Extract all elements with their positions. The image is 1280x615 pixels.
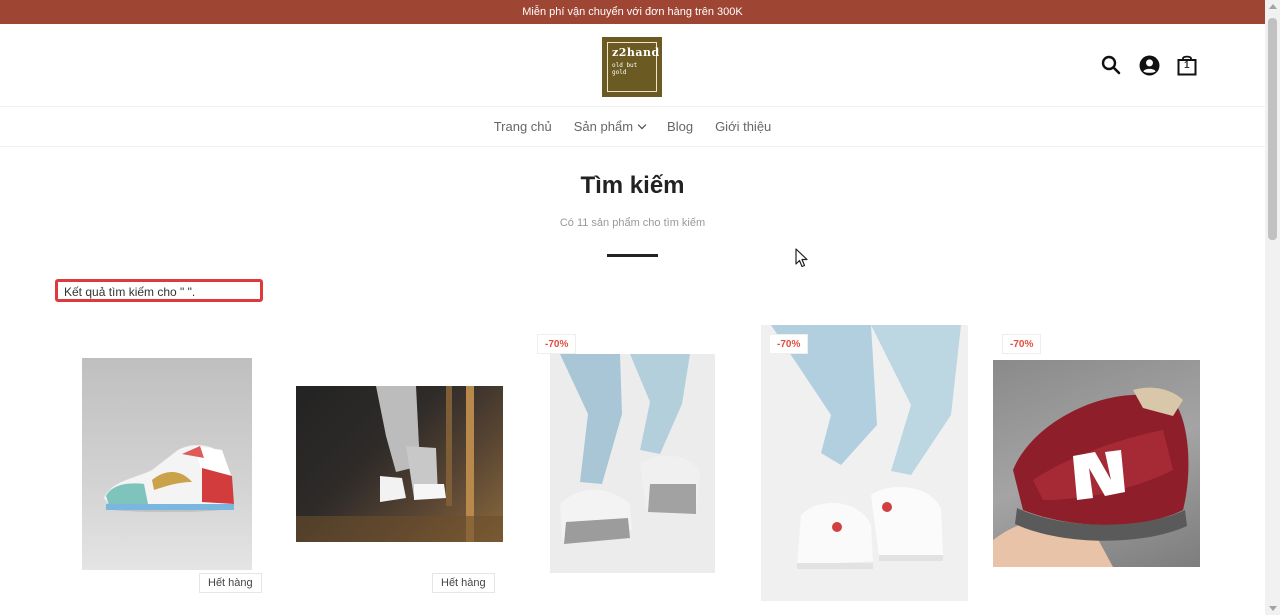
scrollbar[interactable]: [1265, 0, 1280, 615]
nav-item-label: Trang chủ: [493, 119, 552, 134]
header: z2hand old but gold 1: [0, 24, 1265, 106]
scroll-up-icon[interactable]: [1269, 4, 1277, 9]
cart-count: 1: [1184, 60, 1190, 71]
product-card[interactable]: -70%: [761, 325, 968, 605]
mouse-cursor-icon: [795, 248, 809, 273]
search-results-label: Kết quả tìm kiếm cho " ".: [55, 279, 263, 302]
nav-item-about[interactable]: Giới thiệu: [715, 119, 771, 134]
product-image[interactable]: [761, 325, 968, 601]
nav-item-blog[interactable]: Blog: [667, 119, 693, 134]
announcement-text: Miễn phí vận chuyển với đơn hàng trên 30…: [522, 6, 743, 18]
user-icon[interactable]: [1138, 54, 1160, 76]
page-title: Tìm kiếm: [580, 172, 685, 199]
title-divider: [607, 254, 658, 257]
search-result-count: Có 11 sản phẩm cho tìm kiếm: [559, 217, 706, 229]
logo-tagline-1: old but: [612, 62, 638, 69]
product-image[interactable]: [550, 354, 715, 573]
discount-badge: -70%: [537, 334, 577, 354]
logo-frame: z2hand old but gold: [607, 42, 660, 92]
chevron-down-icon: [637, 120, 647, 130]
main-nav: Trang chủ Sản phẩm Blog Giới thiệu: [0, 106, 1265, 147]
product-card[interactable]: Hết hàng: [82, 358, 262, 594]
nav-item-label: Sản phẩm: [573, 119, 634, 134]
product-card[interactable]: -70%: [993, 334, 1201, 574]
logo-brand: z2hand: [612, 46, 660, 59]
nav-item-label: Blog: [667, 119, 694, 134]
announcement-bar: Miễn phí vận chuyển với đơn hàng trên 30…: [0, 0, 1265, 24]
nav-item-products[interactable]: Sản phẩm: [573, 119, 647, 134]
product-image[interactable]: [296, 386, 503, 542]
product-card[interactable]: Hết hàng: [296, 386, 504, 594]
cart-icon[interactable]: 1: [1176, 54, 1198, 76]
nav-item-label: Giới thiệu: [715, 119, 772, 134]
discount-badge: -70%: [769, 334, 809, 354]
out-of-stock-badge: Hết hàng: [432, 573, 495, 593]
logo-tagline-2: gold: [612, 69, 627, 76]
product-card[interactable]: -70%: [537, 334, 717, 574]
header-icons: 1: [1100, 54, 1198, 76]
scroll-down-icon[interactable]: [1269, 606, 1277, 611]
discount-badge: -70%: [1002, 334, 1042, 354]
out-of-stock-badge: Hết hàng: [199, 573, 262, 593]
search-icon[interactable]: [1100, 54, 1122, 76]
scroll-thumb[interactable]: [1268, 18, 1277, 240]
product-image[interactable]: [82, 358, 252, 570]
product-image[interactable]: [993, 360, 1200, 567]
nav-item-home[interactable]: Trang chủ: [494, 119, 552, 134]
logo[interactable]: z2hand old but gold: [602, 37, 662, 97]
